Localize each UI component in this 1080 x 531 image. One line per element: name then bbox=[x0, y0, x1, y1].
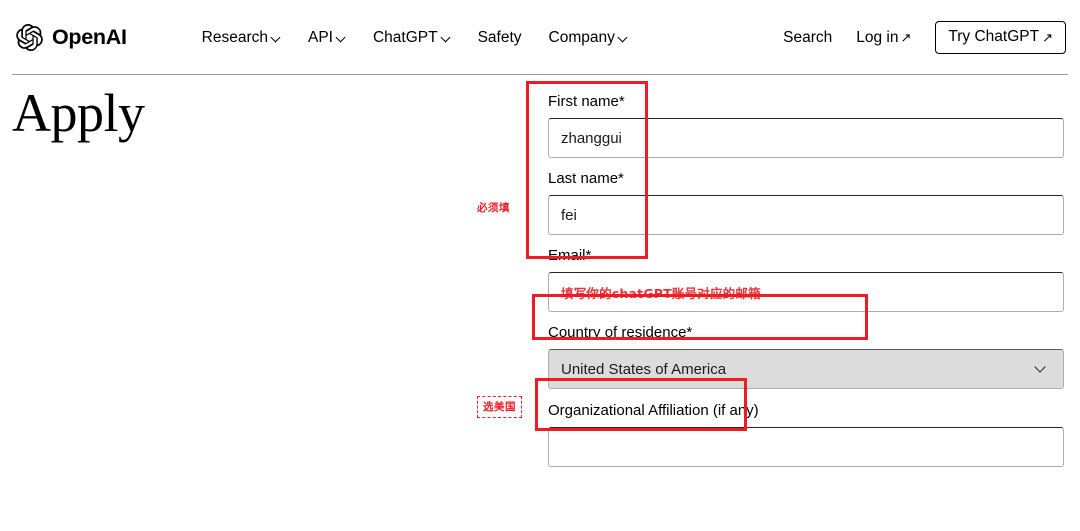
chevron-down-icon bbox=[272, 34, 281, 43]
try-chatgpt-label: Try ChatGPT bbox=[948, 28, 1040, 46]
country-select-value: United States of America bbox=[561, 360, 727, 378]
main-navigation: Research API ChatGPT Safety Company bbox=[202, 30, 628, 46]
openai-brand[interactable]: OpenAI bbox=[16, 24, 127, 51]
first-name-label: First name* bbox=[548, 93, 625, 110]
organizational-affiliation-input[interactable] bbox=[548, 427, 1064, 467]
email-label: Email* bbox=[548, 247, 592, 264]
header-actions: Search Log in ↗ Try ChatGPT ↗ bbox=[783, 21, 1066, 54]
nav-item-research[interactable]: Research bbox=[202, 30, 281, 46]
last-name-label: Last name* bbox=[548, 170, 624, 187]
nav-item-label: Safety bbox=[477, 28, 522, 46]
nav-item-label: API bbox=[308, 28, 333, 46]
try-chatgpt-button[interactable]: Try ChatGPT ↗ bbox=[935, 21, 1066, 54]
site-header: OpenAI Research API ChatGPT Safety Compa… bbox=[0, 0, 1080, 75]
nav-item-api[interactable]: API bbox=[308, 30, 346, 46]
nav-item-chatgpt[interactable]: ChatGPT bbox=[373, 30, 451, 46]
chevron-down-icon bbox=[1036, 363, 1047, 374]
chevron-down-icon bbox=[442, 34, 451, 43]
organizational-affiliation-label: Organizational Affiliation (if any) bbox=[548, 402, 759, 419]
nav-item-label: Company bbox=[548, 28, 615, 46]
annotation-label-select-usa: 选美国 bbox=[477, 396, 522, 418]
chevron-down-icon bbox=[619, 34, 628, 43]
last-name-input[interactable] bbox=[548, 195, 1064, 235]
field-organizational-affiliation: Organizational Affiliation (if any) bbox=[548, 401, 1064, 467]
search-label: Search bbox=[783, 28, 833, 46]
application-form: First name* Last name* Email* 填写你的chatGP… bbox=[548, 92, 1064, 467]
field-email: Email* 填写你的chatGPT账号对应的邮箱 bbox=[548, 246, 1064, 312]
search-link[interactable]: Search bbox=[783, 30, 832, 46]
country-label: Country of residence* bbox=[548, 324, 693, 341]
login-label: Log in bbox=[856, 28, 899, 46]
email-input[interactable]: 填写你的chatGPT账号对应的邮箱 bbox=[548, 272, 1064, 312]
annotation-label-required: 必须填 bbox=[477, 202, 510, 214]
country-select[interactable]: United States of America bbox=[548, 349, 1064, 389]
external-link-arrow-icon: ↗ bbox=[1042, 29, 1053, 45]
header-divider bbox=[12, 74, 1068, 75]
nav-item-label: ChatGPT bbox=[372, 28, 438, 46]
nav-item-company[interactable]: Company bbox=[549, 30, 628, 46]
openai-logo-icon bbox=[16, 24, 43, 51]
nav-item-label: Research bbox=[201, 28, 268, 46]
email-input-value: 填写你的chatGPT账号对应的邮箱 bbox=[561, 285, 761, 301]
first-name-input[interactable] bbox=[548, 118, 1064, 158]
login-link[interactable]: Log in ↗ bbox=[856, 30, 911, 46]
page-title: Apply bbox=[12, 83, 145, 143]
chevron-down-icon bbox=[337, 34, 346, 43]
field-country-of-residence: Country of residence* United States of A… bbox=[548, 323, 1064, 389]
field-last-name: Last name* bbox=[548, 169, 1064, 235]
field-first-name: First name* bbox=[548, 92, 1064, 158]
external-link-arrow-icon: ↗ bbox=[900, 30, 912, 45]
nav-item-safety[interactable]: Safety bbox=[478, 30, 522, 46]
brand-name: OpenAI bbox=[52, 24, 127, 49]
